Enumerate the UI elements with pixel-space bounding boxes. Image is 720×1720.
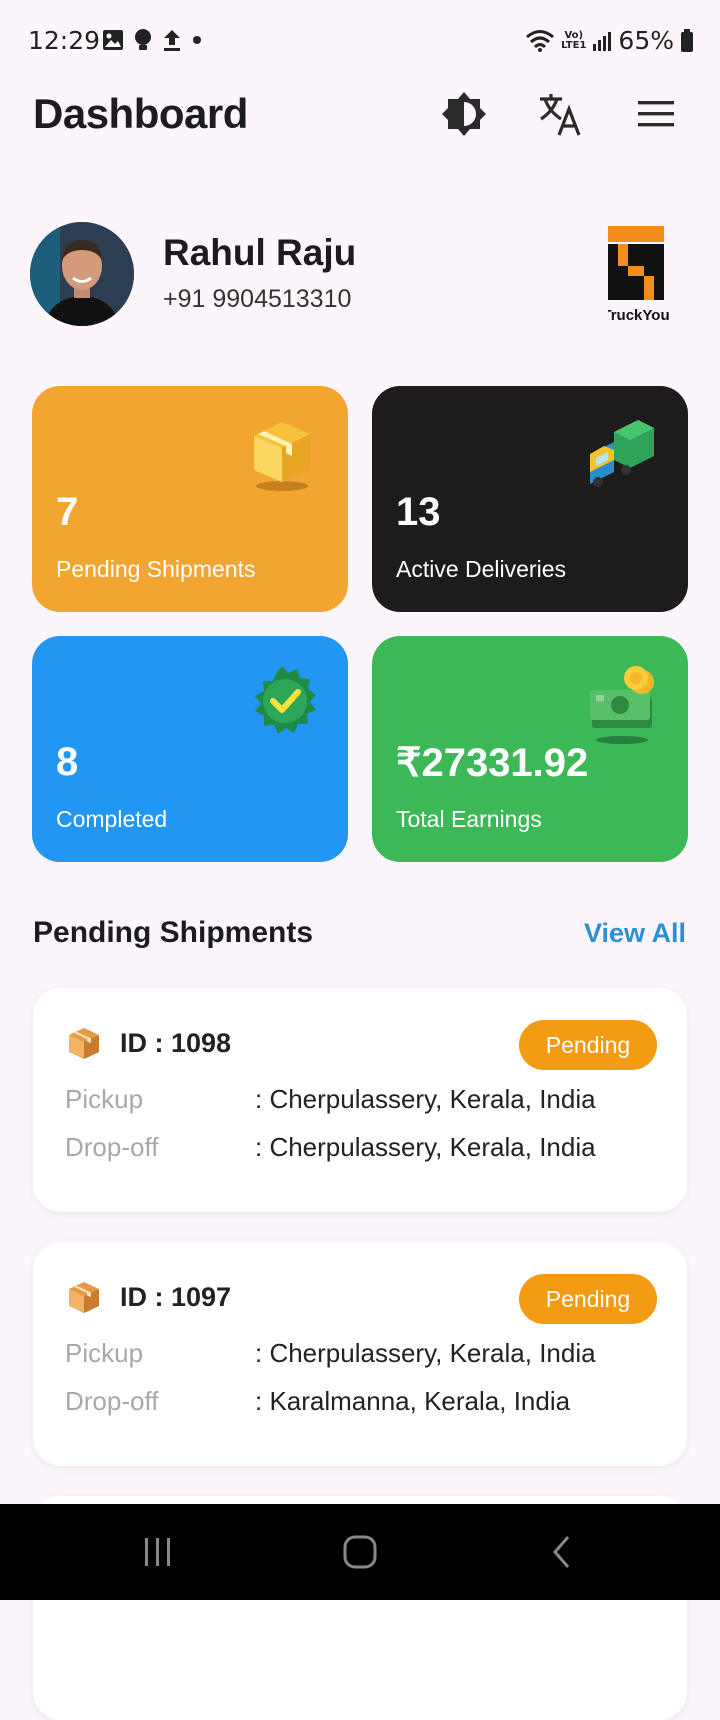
app-bar: Dashboard [0, 80, 720, 180]
status-bar: 12:29 Vo) LTE1 65% [0, 0, 720, 80]
section-title: Pending Shipments [33, 916, 314, 949]
stat-card-pending[interactable]: 7 Pending Shipments [32, 386, 348, 612]
recents-button[interactable] [128, 1532, 188, 1572]
pickup-value: : Cherpulassery, Kerala, India [255, 1338, 596, 1368]
dropoff-value: : Karalmanna, Kerala, India [255, 1386, 571, 1416]
battery-icon [681, 28, 693, 52]
stat-card-active[interactable]: 13 Active Deliveries [372, 386, 688, 612]
stat-label: Total Earnings [396, 806, 542, 832]
verified-badge-icon [255, 666, 316, 734]
signal-icon [593, 31, 612, 51]
menu-icon[interactable] [632, 90, 680, 138]
truck-icon [590, 420, 654, 487]
pickup-label: Pickup [65, 1338, 144, 1368]
avatar[interactable] [30, 222, 134, 326]
page-title: Dashboard [33, 90, 248, 137]
dropoff-label: Drop-off [65, 1132, 159, 1162]
shipment-card[interactable]: ID : 1097 Pending Pickup : Cherpulassery… [33, 1242, 687, 1466]
network-type-top: Vo) [564, 29, 584, 41]
dropoff-value: : Cherpulassery, Kerala, India [255, 1132, 596, 1162]
system-nav-bar [0, 1504, 720, 1600]
stat-label: Pending Shipments [56, 556, 256, 582]
stat-card-earnings[interactable]: ₹27331.92 Total Earnings [372, 636, 688, 862]
image-icon [103, 30, 123, 50]
status-right: Vo) LTE1 65% [525, 26, 694, 55]
package-icon [69, 1282, 99, 1313]
dropoff-label: Drop-off [65, 1386, 159, 1416]
money-icon [590, 666, 654, 744]
stat-value: 13 [396, 490, 441, 534]
network-type-bottom: LTE1 [561, 39, 587, 51]
stat-label: Active Deliveries [396, 556, 566, 582]
status-badge: Pending [519, 1020, 657, 1070]
stat-value: 8 [56, 740, 79, 784]
brightness-icon[interactable] [440, 90, 488, 138]
translate-icon[interactable] [536, 90, 584, 138]
user-name: Rahul Raju [163, 232, 357, 273]
bulb-icon [135, 29, 151, 50]
logo-text: TruckYou [608, 307, 670, 324]
view-all-link[interactable]: View All [584, 918, 686, 949]
package-icon [69, 1028, 99, 1059]
dot-icon [193, 36, 201, 44]
package-icon [254, 422, 310, 491]
shipment-id: ID : 1098 [120, 1028, 232, 1058]
status-badge: Pending [519, 1274, 657, 1324]
shipment-id: ID : 1097 [120, 1282, 232, 1312]
stat-value: ₹27331.92 [396, 741, 589, 785]
upload-icon [164, 30, 180, 51]
stat-label: Completed [56, 806, 168, 832]
pickup-label: Pickup [65, 1084, 144, 1114]
network-type: Vo) LTE1 [561, 29, 587, 51]
shipment-card[interactable]: ID : 1098 Pending Pickup : Cherpulassery… [33, 988, 687, 1212]
notification-icons [102, 28, 202, 52]
pickup-value: : Cherpulassery, Kerala, India [255, 1084, 596, 1114]
home-button[interactable] [330, 1532, 390, 1572]
truckyou-logo: TruckYou [602, 226, 670, 324]
stat-value: 7 [56, 490, 79, 534]
wifi-icon [526, 29, 555, 52]
status-time: 12:29 [28, 26, 101, 55]
stat-card-completed[interactable]: 8 Completed [32, 636, 348, 862]
back-button[interactable] [532, 1532, 592, 1572]
user-phone: +91 9904513310 [163, 285, 352, 313]
battery-percent: 65% [618, 26, 674, 55]
